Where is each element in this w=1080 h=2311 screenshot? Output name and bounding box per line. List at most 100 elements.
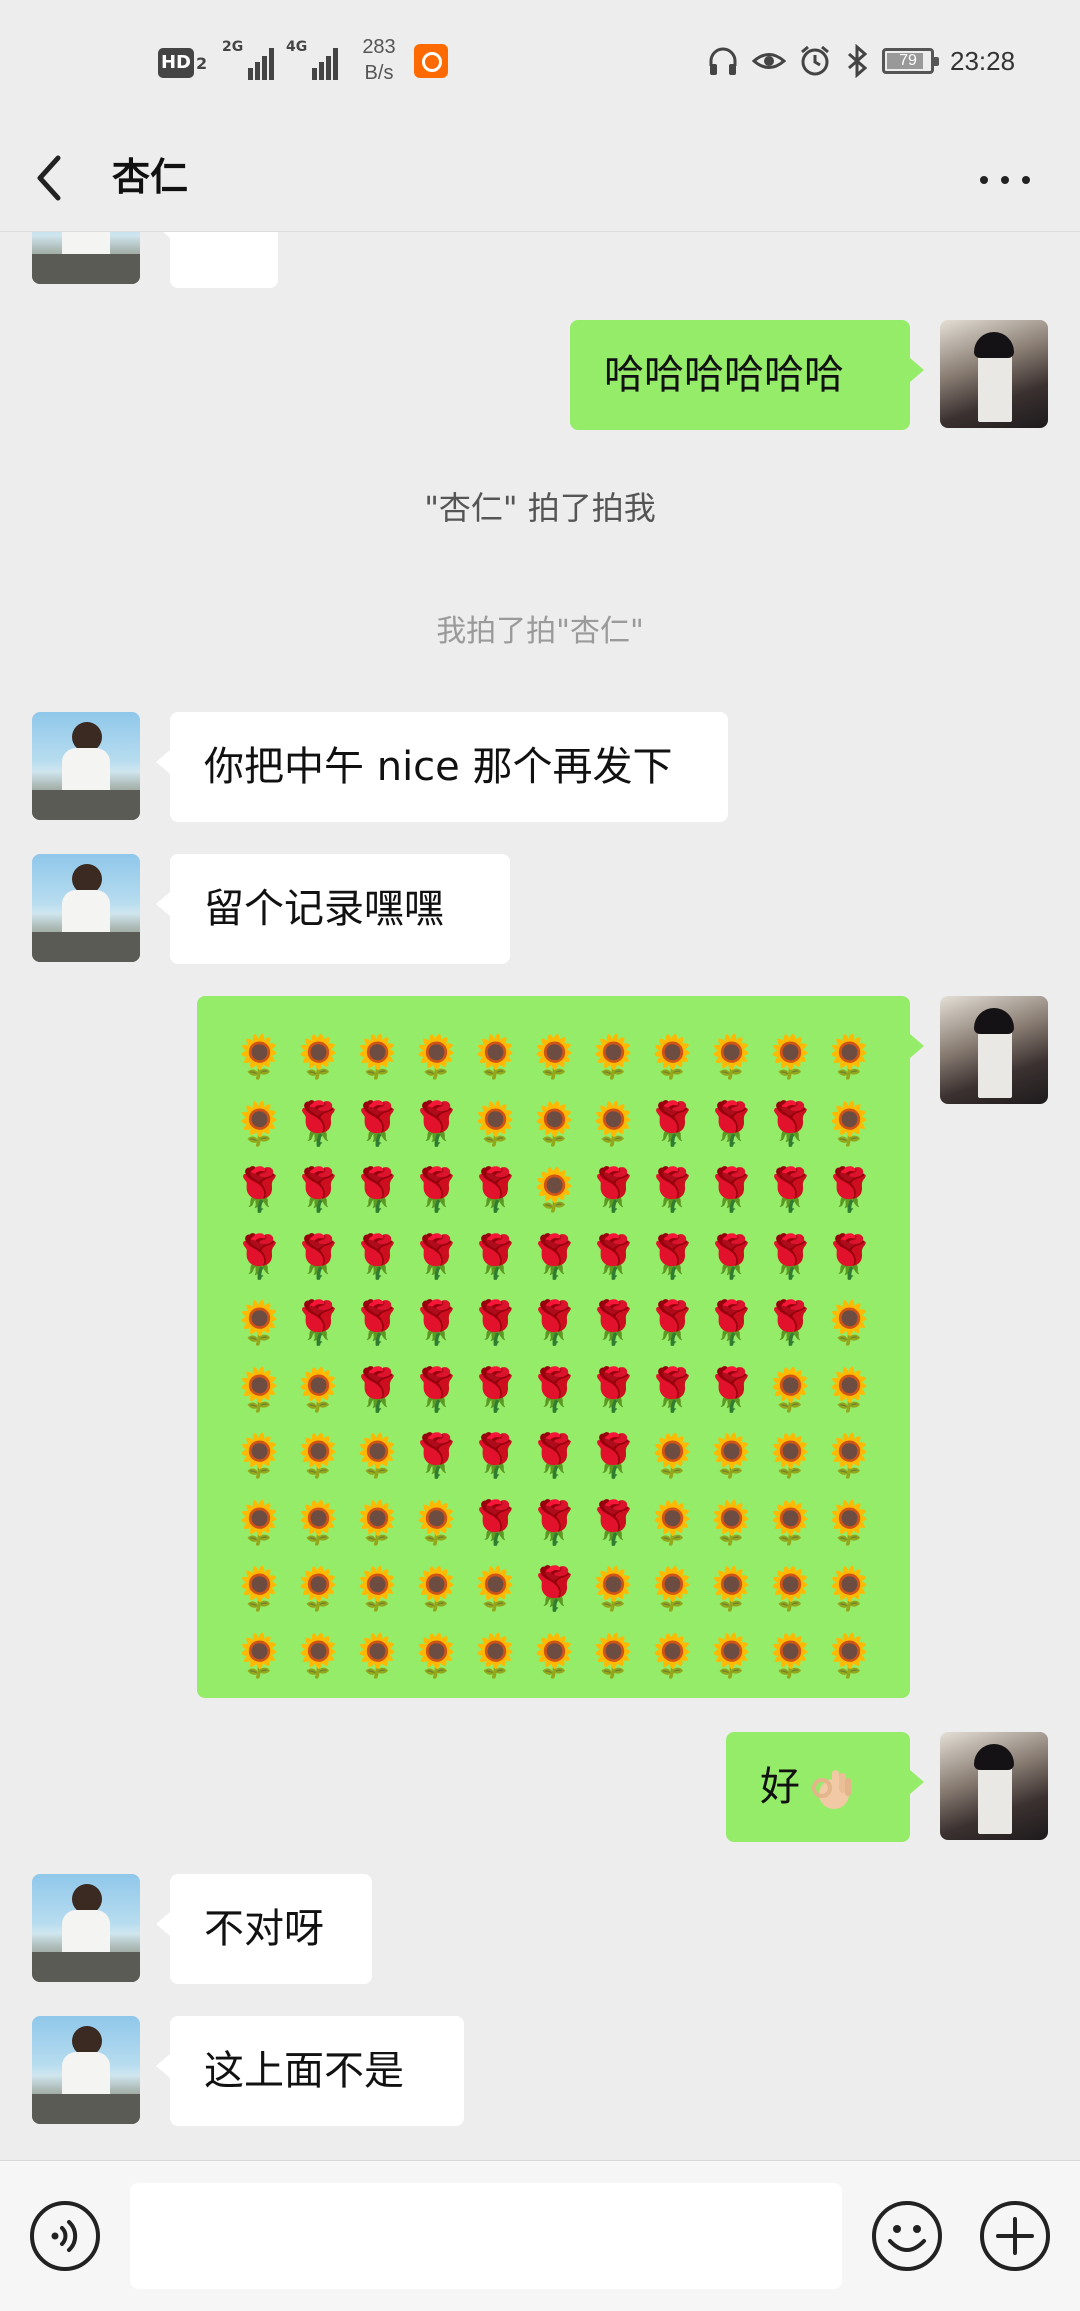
rose-emoji: 🌹 (469, 1431, 522, 1480)
rose-emoji: 🌹 (705, 1231, 758, 1281)
message-text: 不对呀 (204, 1906, 324, 1952)
smiley-flower-emoji: 🌻 (528, 1630, 581, 1680)
rose-emoji: 🌹 (587, 1431, 640, 1480)
smiley-flower-emoji: 🌻 (705, 1497, 758, 1547)
emoji-button[interactable] (870, 2199, 944, 2273)
message-text: 这上面不是 (204, 2048, 404, 2094)
signal-bar (326, 56, 331, 80)
hd-sub-label: 2 (196, 54, 208, 73)
contact-avatar[interactable] (32, 854, 140, 962)
net-type-2: 4G (286, 39, 308, 55)
voice-icon (51, 2220, 78, 2252)
signal-bar (262, 56, 267, 80)
smiley-flower-emoji: 🌻 (410, 1564, 463, 1613)
my-avatar[interactable] (940, 320, 1048, 428)
bluetooth-icon (848, 44, 868, 78)
smiley-flower-emoji: 🌻 (292, 1564, 345, 1613)
rose-emoji: 🌹 (292, 1098, 345, 1148)
smiley-flower-emoji: 🌻 (233, 1298, 286, 1347)
emoji-row: 🌻 🌻 🌻 🌻 🌻 🌹 🌻 🌻 🌻 🌻 🌻 (230, 1556, 879, 1623)
rose-emoji: 🌹 (705, 1165, 758, 1214)
rose-emoji: 🌹 (587, 1298, 640, 1347)
smiley-flower-emoji: 🌻 (705, 1564, 758, 1613)
emoji-art-bubble[interactable]: 🌻 🌻 🌻 🌻 🌻 🌻 🌻 🌻 🌻 🌻 🌻 🌻 🌹 🌹 🌹 🌻 🌻 🌻 🌹 🌹 🌹 🌻 🌹 🌹 🌹 🌹 🌹 🌻 🌹 🌹 🌹 🌹 🌹 🌹 🌹 🌹 🌹 🌹 🌹 🌹… (197, 996, 924, 1698)
rose-emoji: 🌹 (528, 1231, 581, 1281)
smiley-flower-emoji: 🌻 (233, 1098, 286, 1148)
rose-emoji: 🌹 (646, 1231, 699, 1281)
message-bubble-sent[interactable]: 哈哈哈哈哈哈 (570, 320, 924, 430)
contact-avatar[interactable] (32, 232, 140, 284)
smiley-flower-emoji: 🌻 (528, 1165, 581, 1214)
rose-emoji: 🌹 (823, 1231, 876, 1281)
rose-emoji: 🌹 (410, 1431, 463, 1480)
smiley-flower-emoji: 🌻 (351, 1032, 404, 1081)
rose-emoji: 🌹 (410, 1098, 463, 1148)
smiley-flower-emoji: 🌻 (351, 1431, 404, 1480)
message-bubble-received[interactable]: 後 (156, 232, 278, 288)
more-dot (1001, 176, 1009, 184)
more-button[interactable] (970, 145, 1040, 211)
smiley-flower-emoji: 🌻 (410, 1630, 463, 1680)
message-bubble-received[interactable]: 不对呀 (156, 1874, 372, 1984)
smiley-flower-emoji: 🌻 (587, 1098, 640, 1148)
smiley-flower-emoji: 🌻 (705, 1630, 758, 1680)
mi-app-icon (414, 44, 448, 78)
rose-emoji: 🌹 (587, 1231, 640, 1281)
network-speed: 283 B/s (354, 34, 404, 86)
rose-emoji: 🌹 (292, 1298, 345, 1347)
message-bubble-received[interactable]: 你把中午 nice 那个再发下 (156, 712, 728, 822)
back-button[interactable] (30, 145, 90, 211)
smiley-flower-emoji: 🌻 (764, 1364, 817, 1414)
voice-button[interactable] (28, 2199, 102, 2273)
battery-icon: 79 (882, 48, 939, 74)
smiley-flower-emoji: 🌻 (410, 1497, 463, 1547)
rose-emoji: 🌹 (233, 1231, 286, 1281)
message-text: 哈哈哈哈哈哈 (604, 352, 844, 398)
smiley-flower-emoji: 🌻 (469, 1032, 522, 1081)
my-avatar[interactable] (940, 996, 1048, 1104)
smiley-flower-emoji: 🌻 (587, 1564, 640, 1613)
ok-hand-emoji-icon (812, 1770, 851, 1809)
smiley-flower-emoji: 🌻 (764, 1431, 817, 1480)
rose-emoji: 🌹 (705, 1098, 758, 1148)
smiley-flower-emoji: 🌻 (823, 1497, 876, 1547)
net-type-1: 2G (222, 39, 244, 55)
smiley-flower-emoji: 🌻 (233, 1364, 286, 1414)
smiley-flower-emoji: 🌻 (823, 1098, 876, 1148)
my-avatar[interactable] (940, 1732, 1048, 1840)
message-bubble-received[interactable]: 这上面不是 (156, 2016, 464, 2126)
message-text: 後 (204, 232, 244, 237)
rose-emoji: 🌹 (233, 1165, 286, 1214)
rose-emoji: 🌹 (646, 1298, 699, 1347)
message-input[interactable] (130, 2183, 842, 2289)
smiley-flower-emoji: 🌻 (823, 1298, 876, 1347)
rose-emoji: 🌹 (292, 1231, 345, 1281)
signal-bar (333, 48, 338, 80)
speed-value: 283 (362, 36, 396, 58)
smiley-flower-emoji: 🌻 (823, 1032, 876, 1081)
chat-header: 杏仁 (0, 125, 1080, 232)
message-bubble-received[interactable]: 留个记录嘿嘿 (156, 854, 510, 964)
more-functions-button[interactable] (978, 2199, 1052, 2273)
contact-avatar[interactable] (32, 1874, 140, 1982)
hd-badge: HD (158, 48, 194, 78)
more-dots-icon (980, 176, 988, 184)
rose-emoji: 🌹 (705, 1364, 758, 1414)
speed-unit: B/s (364, 62, 394, 84)
smiley-flower-emoji: 🌻 (292, 1364, 345, 1414)
rose-emoji: 🌹 (351, 1231, 404, 1281)
signal-2g-icon: 2G (222, 40, 278, 80)
contact-avatar[interactable] (32, 712, 140, 820)
rose-emoji: 🌹 (587, 1364, 640, 1414)
message-bubble-sent[interactable]: 好 (726, 1732, 924, 1842)
emoji-row: 🌹 🌹 🌹 🌹 🌹 🌹 🌹 🌹 🌹 🌹 🌹 (230, 1224, 879, 1291)
rose-emoji: 🌹 (410, 1298, 463, 1347)
smiley-icon (872, 2201, 942, 2271)
smiley-flower-emoji: 🌻 (764, 1630, 817, 1680)
smiley-flower-emoji: 🌻 (823, 1564, 876, 1613)
smiley-flower-emoji: 🌻 (469, 1564, 522, 1613)
contact-avatar[interactable] (32, 2016, 140, 2124)
rose-emoji: 🌹 (469, 1298, 522, 1347)
message-list[interactable]: 後 哈哈哈哈哈哈 "杏仁" 拍了拍我 我拍了拍"杏仁" 你把中午 nice 那个… (0, 232, 1080, 2160)
signal-bar (319, 62, 324, 80)
